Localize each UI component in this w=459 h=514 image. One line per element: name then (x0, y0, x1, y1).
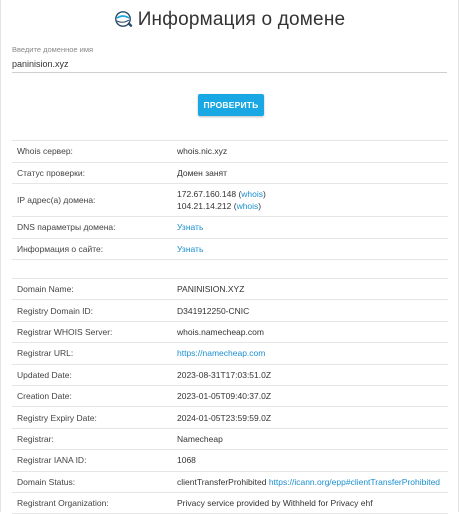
whois-link[interactable]: whois (241, 189, 263, 199)
table-row: Domain Status: clientTransferProhibited … (12, 471, 448, 493)
registry-id-value: D341912250-CNIC (172, 299, 448, 322)
site-learn-link[interactable]: Узнать (177, 244, 203, 254)
dns-learn-link[interactable]: Узнать (177, 222, 203, 232)
table-row: Registrar IANA ID: 1068 (12, 449, 448, 472)
registrar-url-label: Registrar URL: (12, 342, 172, 365)
domain-field-label: Введите доменное имя (12, 45, 94, 54)
page: Информация о домене Введите доменное имя… (0, 0, 459, 514)
domain-status-text: clientTransferProhibited (177, 476, 267, 487)
dns-label: DNS параметры домена: (12, 216, 172, 239)
domain-input[interactable] (12, 56, 447, 73)
expiry-date-label: Registry Expiry Date: (12, 406, 172, 429)
check-button[interactable]: ПРОВЕРИТЬ (198, 94, 264, 116)
iana-id-value: 1068 (172, 449, 448, 472)
registrar-whois-value: whois.namecheap.com (172, 321, 448, 344)
whois-server-label: Whois сервер: (12, 140, 172, 163)
table-row: Registry Expiry Date: 2024-01-05T23:59:5… (12, 406, 448, 429)
table-row: Registrar WHOIS Server: whois.namecheap.… (12, 321, 448, 344)
table-row: Whois сервер: whois.nic.xyz (12, 140, 448, 163)
ip-address: 172.67.160.148 (177, 189, 237, 199)
domain-status-value: clientTransferProhibited https://icann.o… (172, 471, 448, 493)
table-row: IP адрес(а) домена: 172.67.160.148 (whoi… (12, 183, 448, 217)
table-row: Статус проверки: Домен занят (12, 162, 448, 184)
page-title: Информация о домене (137, 9, 346, 30)
registrar-url-link[interactable]: https://namecheap.com (177, 348, 265, 358)
ip-list: 172.67.160.148 (whois) 104.21.14.212 (wh… (172, 183, 448, 217)
table-row: Creation Date: 2023-01-05T09:40:37.0Z (12, 385, 448, 408)
ip-label: IP адрес(а) домена: (12, 183, 172, 217)
ip-line: 104.21.14.212 (whois) (177, 201, 262, 211)
creation-date-value: 2023-01-05T09:40:37.0Z (172, 385, 448, 408)
page-header: Информация о домене (1, 6, 458, 34)
registrar-value: Namecheap (172, 428, 448, 451)
table-row: DNS параметры домена: Узнать (12, 216, 448, 239)
updated-date-label: Updated Date: (12, 364, 172, 386)
registrant-org-value: Privacy service provided by Withheld for… (172, 492, 448, 514)
expiry-date-value: 2024-01-05T23:59:59.0Z (172, 406, 448, 429)
status-value: Домен занят (172, 162, 448, 184)
table-row: Registrar URL: https://namecheap.com (12, 342, 448, 365)
iana-id-label: Registrar IANA ID: (12, 449, 172, 472)
summary-table: Whois сервер: whois.nic.xyz Статус прове… (12, 140, 448, 260)
creation-date-label: Creation Date: (12, 385, 172, 408)
table-row: Domain Name: PANINISION.XYZ (12, 277, 448, 301)
table-row: Registrar: Namecheap (12, 428, 448, 451)
registrar-whois-label: Registrar WHOIS Server: (12, 321, 172, 344)
whois-table: Domain Name: PANINISION.XYZ Registry Dom… (12, 277, 448, 514)
table-row: Информация о сайте: Узнать (12, 238, 448, 260)
table-row: Updated Date: 2023-08-31T17:03:51.0Z (12, 364, 448, 386)
ip-address: 104.21.14.212 (177, 201, 232, 211)
updated-date-value: 2023-08-31T17:03:51.0Z (172, 364, 448, 386)
domain-status-link[interactable]: https://icann.org/epp#clientTransferProh… (269, 477, 440, 487)
table-row: Registrant Organization: Privacy service… (12, 492, 448, 514)
domain-name-label: Domain Name: (12, 277, 172, 301)
ip-line: 172.67.160.148 (whois) (177, 189, 266, 199)
whois-server-value: whois.nic.xyz (172, 140, 448, 163)
globe-magnifier-icon (114, 10, 134, 30)
domain-status-label: Domain Status: (12, 471, 172, 493)
site-info-label: Информация о сайте: (12, 238, 172, 260)
whois-link[interactable]: whois (237, 201, 259, 211)
registrar-label: Registrar: (12, 428, 172, 451)
registrant-org-label: Registrant Organization: (12, 492, 172, 514)
registry-id-label: Registry Domain ID: (12, 299, 172, 322)
status-label: Статус проверки: (12, 162, 172, 184)
domain-name-value: PANINISION.XYZ (172, 277, 448, 301)
table-row: Registry Domain ID: D341912250-CNIC (12, 299, 448, 322)
